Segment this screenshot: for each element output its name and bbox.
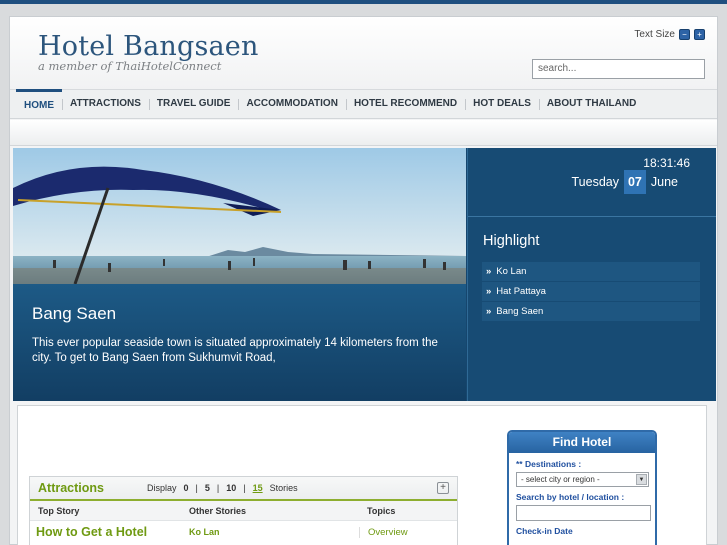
- increase-text-size-icon[interactable]: +: [694, 29, 705, 40]
- site-header: Hotel Bangsaen a member of ThaiHotelConn…: [10, 17, 717, 89]
- destinations-label: ** Destinations :: [516, 459, 582, 469]
- display-option-0[interactable]: 0: [184, 483, 189, 493]
- top-bar: [0, 0, 727, 4]
- hotel-location-input[interactable]: [516, 505, 651, 521]
- feature-banner: Bang Saen This ever popular seaside town…: [13, 148, 716, 401]
- nav-item-about-thailand[interactable]: ABOUT THAILAND: [538, 89, 644, 119]
- other-story-link[interactable]: Ko Lan: [189, 527, 359, 537]
- column-topics: Topics: [367, 505, 396, 516]
- site-logo-subtitle: a member of ThaiHotelConnect: [38, 59, 222, 73]
- current-date: Tuesday 07 June: [571, 170, 678, 194]
- decrease-text-size-icon[interactable]: −: [679, 29, 690, 40]
- main-content: Attractions Display 0 | 5 | 10 | 15 Stor…: [17, 405, 707, 545]
- search-hotel-label: Search by hotel / location :: [516, 492, 625, 502]
- nav-item-accommodation[interactable]: ACCOMMODATION: [238, 89, 345, 119]
- expand-icon[interactable]: +: [437, 482, 449, 494]
- table-row: How to Get a Hotel Ko Lan Overview: [30, 521, 457, 543]
- chevron-down-icon[interactable]: ▼: [636, 474, 647, 485]
- highlight-title: Highlight: [483, 233, 540, 249]
- date-weekday: Tuesday: [571, 175, 619, 189]
- attractions-columns: Top Story Other Stories Topics: [30, 501, 457, 521]
- chevron-right-icon: »: [486, 306, 492, 317]
- place-title[interactable]: Bang Saen: [32, 304, 116, 324]
- chevron-right-icon: »: [486, 286, 492, 297]
- top-story-link[interactable]: How to Get a Hotel: [30, 525, 189, 539]
- display-count-selector: Display 0 | 5 | 10 | 15 Stories: [147, 483, 298, 493]
- search-input[interactable]: search...: [532, 59, 705, 79]
- highlight-item-label: Bang Saen: [496, 306, 544, 317]
- display-option-10[interactable]: 10: [226, 483, 236, 493]
- highlight-item-label: Hat Pattaya: [496, 286, 546, 297]
- stories-label: Stories: [269, 483, 298, 493]
- column-other-stories: Other Stories: [189, 505, 247, 516]
- site-logo-title[interactable]: Hotel Bangsaen: [38, 31, 259, 62]
- highlight-list: » Ko Lan » Hat Pattaya » Bang Saen: [482, 262, 700, 322]
- highlight-item[interactable]: » Ko Lan: [482, 262, 700, 281]
- find-hotel-widget: Find Hotel ** Destinations : - select ci…: [507, 430, 657, 545]
- main-nav: HOME ATTRACTIONS TRAVEL GUIDE ACCOMMODAT…: [10, 89, 717, 119]
- text-size-control: Text Size − +: [634, 29, 705, 40]
- display-option-5[interactable]: 5: [205, 483, 210, 493]
- chevron-right-icon: »: [486, 266, 492, 277]
- attractions-header: Attractions Display 0 | 5 | 10 | 15 Stor…: [30, 477, 457, 501]
- highlight-panel: 18:31:46 Tuesday 07 June Highlight » Ko L…: [467, 148, 716, 401]
- destination-select-value: - select city or region -: [521, 475, 600, 484]
- text-size-label: Text Size: [634, 29, 675, 40]
- panel-divider: [468, 216, 716, 217]
- attractions-title[interactable]: Attractions: [38, 481, 147, 495]
- highlight-item[interactable]: » Hat Pattaya: [482, 282, 700, 301]
- nav-item-hotel-recommend[interactable]: HOTEL RECOMMEND: [345, 89, 465, 119]
- sub-nav-bar: [10, 120, 717, 146]
- display-label: Display: [147, 483, 177, 493]
- date-month: June: [650, 175, 678, 189]
- highlight-item[interactable]: » Bang Saen: [482, 302, 700, 321]
- highlight-item-label: Ko Lan: [496, 266, 527, 277]
- column-top-story: Top Story: [38, 505, 80, 516]
- nav-item-travel-guide[interactable]: TRAVEL GUIDE: [148, 89, 239, 119]
- find-hotel-title: Find Hotel: [509, 432, 655, 453]
- find-hotel-form: ** Destinations : - select city or regio…: [509, 453, 655, 540]
- nav-item-hot-deals[interactable]: HOT DEALS: [465, 89, 539, 119]
- nav-item-home[interactable]: HOME: [16, 89, 62, 119]
- nav-item-attractions[interactable]: ATTRACTIONS: [62, 89, 149, 119]
- checkin-label: Check-in Date: [516, 526, 573, 536]
- clock-time: 18:31:46: [643, 156, 690, 170]
- topic-link[interactable]: Overview: [359, 526, 408, 538]
- date-day: 07: [623, 170, 646, 194]
- destination-select[interactable]: - select city or region - ▼: [516, 472, 649, 487]
- attractions-box: Attractions Display 0 | 5 | 10 | 15 Stor…: [29, 476, 458, 545]
- page-container: Hotel Bangsaen a member of ThaiHotelConn…: [9, 16, 718, 545]
- place-info-panel: Bang Saen This ever popular seaside town…: [13, 284, 466, 401]
- place-description: This ever popular seaside town is situat…: [32, 337, 438, 364]
- beach-photo: [13, 148, 466, 284]
- display-option-15[interactable]: 15: [253, 483, 263, 493]
